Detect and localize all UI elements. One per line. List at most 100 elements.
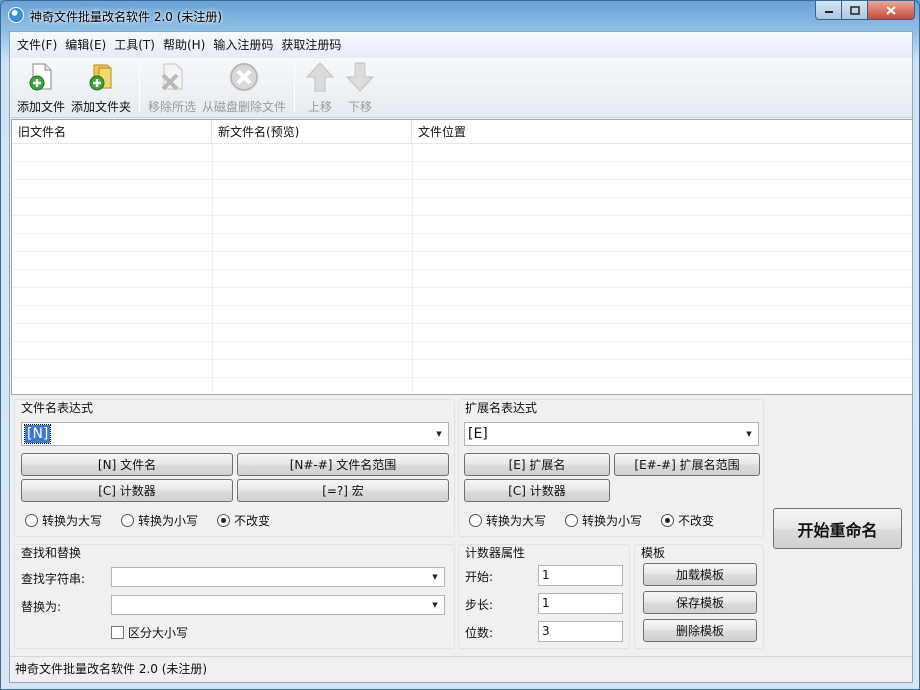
minimize-icon <box>824 11 833 13</box>
radio-dot <box>565 514 578 527</box>
filename-lowercase-radio[interactable]: 转换为小写 <box>121 512 198 529</box>
arrow-up-icon <box>303 60 337 94</box>
filename-uppercase-radio[interactable]: 转换为大写 <box>25 512 102 529</box>
replace-string-combo[interactable]: ▼ <box>111 595 445 615</box>
delete-icon <box>227 60 261 94</box>
start-rename-button[interactable]: 开始重命名 <box>773 508 902 549</box>
filename-expression-group: 文件名表达式 [N] ▼ [N] 文件名 [N#-#] 文件名范围 [C] 计数… <box>14 399 455 537</box>
column-new-name-preview[interactable]: 新文件名(预览) <box>212 120 412 144</box>
counter-start-label: 开始: <box>465 570 494 584</box>
radio-dot <box>25 514 38 527</box>
group-title: 文件名表达式 <box>21 401 94 415</box>
column-old-name[interactable]: 旧文件名 <box>12 120 212 144</box>
extension-expression-combo[interactable]: [E] ▼ <box>464 422 759 446</box>
counter-start-input[interactable]: 1 <box>538 565 623 586</box>
counter-digits-label: 位数: <box>465 626 494 640</box>
extension-expression-group: 扩展名表达式 [E] ▼ [E] 扩展名 [E#-#] 扩展名范围 [C] 计数… <box>458 399 764 537</box>
toolbar-separator <box>139 62 141 112</box>
counter-step-input[interactable]: 1 <box>538 593 623 614</box>
toolbar-separator <box>294 62 296 112</box>
ext-uppercase-radio[interactable]: 转换为大写 <box>469 512 546 529</box>
find-replace-group: 查找和替换 查找字符串: ▼ 替换为: ▼ 区分大小写 <box>14 544 455 649</box>
group-title: 扩展名表达式 <box>465 401 538 415</box>
menu-tools[interactable]: 工具(T) <box>110 34 159 56</box>
minimize-button[interactable] <box>815 1 842 20</box>
insert-counter-button[interactable]: [C] 计数器 <box>21 479 233 502</box>
file-list-header: 旧文件名 新文件名(预览) 文件位置 <box>12 120 912 144</box>
maximize-icon <box>849 5 860 15</box>
add-folder-button[interactable]: 添加文件夹 <box>68 60 134 115</box>
menu-file[interactable]: 文件(F) <box>13 34 61 56</box>
add-file-button[interactable]: 添加文件 <box>14 60 68 115</box>
insert-filename-button[interactable]: [N] 文件名 <box>21 453 233 476</box>
radio-label: 不改变 <box>678 514 715 528</box>
caption-buttons <box>815 1 915 20</box>
move-up-label: 上移 <box>308 100 333 114</box>
menu-help[interactable]: 帮助(H) <box>159 34 209 56</box>
radio-dot-selected <box>661 514 674 527</box>
chevron-down-icon[interactable]: ▼ <box>740 423 758 445</box>
match-case-checkbox[interactable]: 区分大小写 <box>111 624 188 641</box>
radio-label: 转换为小写 <box>138 514 199 528</box>
group-title: 查找和替换 <box>21 546 82 560</box>
toolbar: 添加文件 添加文件夹 移除所选 从磁盘删除文件 上移 下移 <box>10 58 912 118</box>
file-list-body[interactable] <box>12 144 912 394</box>
radio-label: 转换为小写 <box>582 514 643 528</box>
radio-dot <box>121 514 134 527</box>
move-down-button[interactable]: 下移 <box>340 60 380 115</box>
insert-ext-counter-button[interactable]: [C] 计数器 <box>464 479 610 502</box>
client-area: 文件(F) 编辑(E) 工具(T) 帮助(H) 输入注册码 获取注册码 添加文件 <box>9 31 913 683</box>
filename-expression-value[interactable]: [N] <box>23 424 52 444</box>
maximize-button[interactable] <box>842 1 868 20</box>
remove-icon <box>155 60 189 94</box>
insert-filename-range-button[interactable]: [N#-#] 文件名范围 <box>237 453 449 476</box>
remove-selected-label: 移除所选 <box>148 100 197 114</box>
app-icon <box>8 7 24 23</box>
save-template-button[interactable]: 保存模板 <box>643 591 757 614</box>
filename-expression-combo[interactable]: [N] ▼ <box>21 422 449 446</box>
file-list-view[interactable]: 旧文件名 新文件名(预览) 文件位置 <box>11 119 913 395</box>
chevron-down-icon[interactable]: ▼ <box>430 423 448 445</box>
app-window: 神奇文件批量改名软件 2.0 (未注册) 文件(F) 编辑(E) 工具(T) 帮… <box>0 0 920 690</box>
radio-dot-selected <box>217 514 230 527</box>
status-bar: 神奇文件批量改名软件 2.0 (未注册) <box>10 656 912 682</box>
counter-properties-group: 计数器属性 开始: 1 步长: 1 位数: 3 <box>458 544 630 649</box>
filename-keep-case-radio[interactable]: 不改变 <box>217 512 270 529</box>
menu-bar: 文件(F) 编辑(E) 工具(T) 帮助(H) 输入注册码 获取注册码 <box>10 32 912 58</box>
insert-macro-button[interactable]: [=?] 宏 <box>237 479 449 502</box>
menu-edit[interactable]: 编辑(E) <box>61 34 110 56</box>
chevron-down-icon[interactable]: ▼ <box>426 596 444 614</box>
title-bar[interactable]: 神奇文件批量改名软件 2.0 (未注册) <box>1 1 919 31</box>
arrow-down-icon <box>343 60 377 94</box>
template-group: 模板 加载模板 保存模板 删除模板 <box>634 544 764 649</box>
insert-extension-button[interactable]: [E] 扩展名 <box>464 453 610 476</box>
extension-expression-value[interactable]: [E] <box>468 425 488 443</box>
delete-from-disk-button[interactable]: 从磁盘删除文件 <box>199 60 289 115</box>
load-template-button[interactable]: 加载模板 <box>643 563 757 586</box>
radio-label: 转换为大写 <box>42 514 103 528</box>
insert-extension-range-button[interactable]: [E#-#] 扩展名范围 <box>614 453 760 476</box>
group-title: 模板 <box>641 546 666 560</box>
column-file-location[interactable]: 文件位置 <box>412 120 912 144</box>
find-string-combo[interactable]: ▼ <box>111 567 445 587</box>
chevron-down-icon[interactable]: ▼ <box>426 568 444 586</box>
add-file-icon <box>24 60 58 94</box>
counter-digits-input[interactable]: 3 <box>538 621 623 642</box>
add-folder-label: 添加文件夹 <box>71 100 132 114</box>
move-up-button[interactable]: 上移 <box>300 60 340 115</box>
close-button[interactable] <box>868 1 915 20</box>
move-down-label: 下移 <box>348 100 373 114</box>
delete-template-button[interactable]: 删除模板 <box>643 619 757 642</box>
find-label: 查找字符串: <box>21 572 86 586</box>
ext-lowercase-radio[interactable]: 转换为小写 <box>565 512 642 529</box>
checkbox-box <box>111 626 124 639</box>
remove-selected-button[interactable]: 移除所选 <box>145 60 199 115</box>
menu-enter-regcode[interactable]: 输入注册码 <box>209 34 277 56</box>
radio-label: 不改变 <box>234 514 271 528</box>
menu-get-regcode[interactable]: 获取注册码 <box>277 34 345 56</box>
delete-from-disk-label: 从磁盘删除文件 <box>202 100 287 114</box>
replace-label: 替换为: <box>21 600 62 614</box>
group-title: 计数器属性 <box>465 546 526 560</box>
ext-keep-case-radio[interactable]: 不改变 <box>661 512 714 529</box>
close-icon <box>886 5 896 15</box>
